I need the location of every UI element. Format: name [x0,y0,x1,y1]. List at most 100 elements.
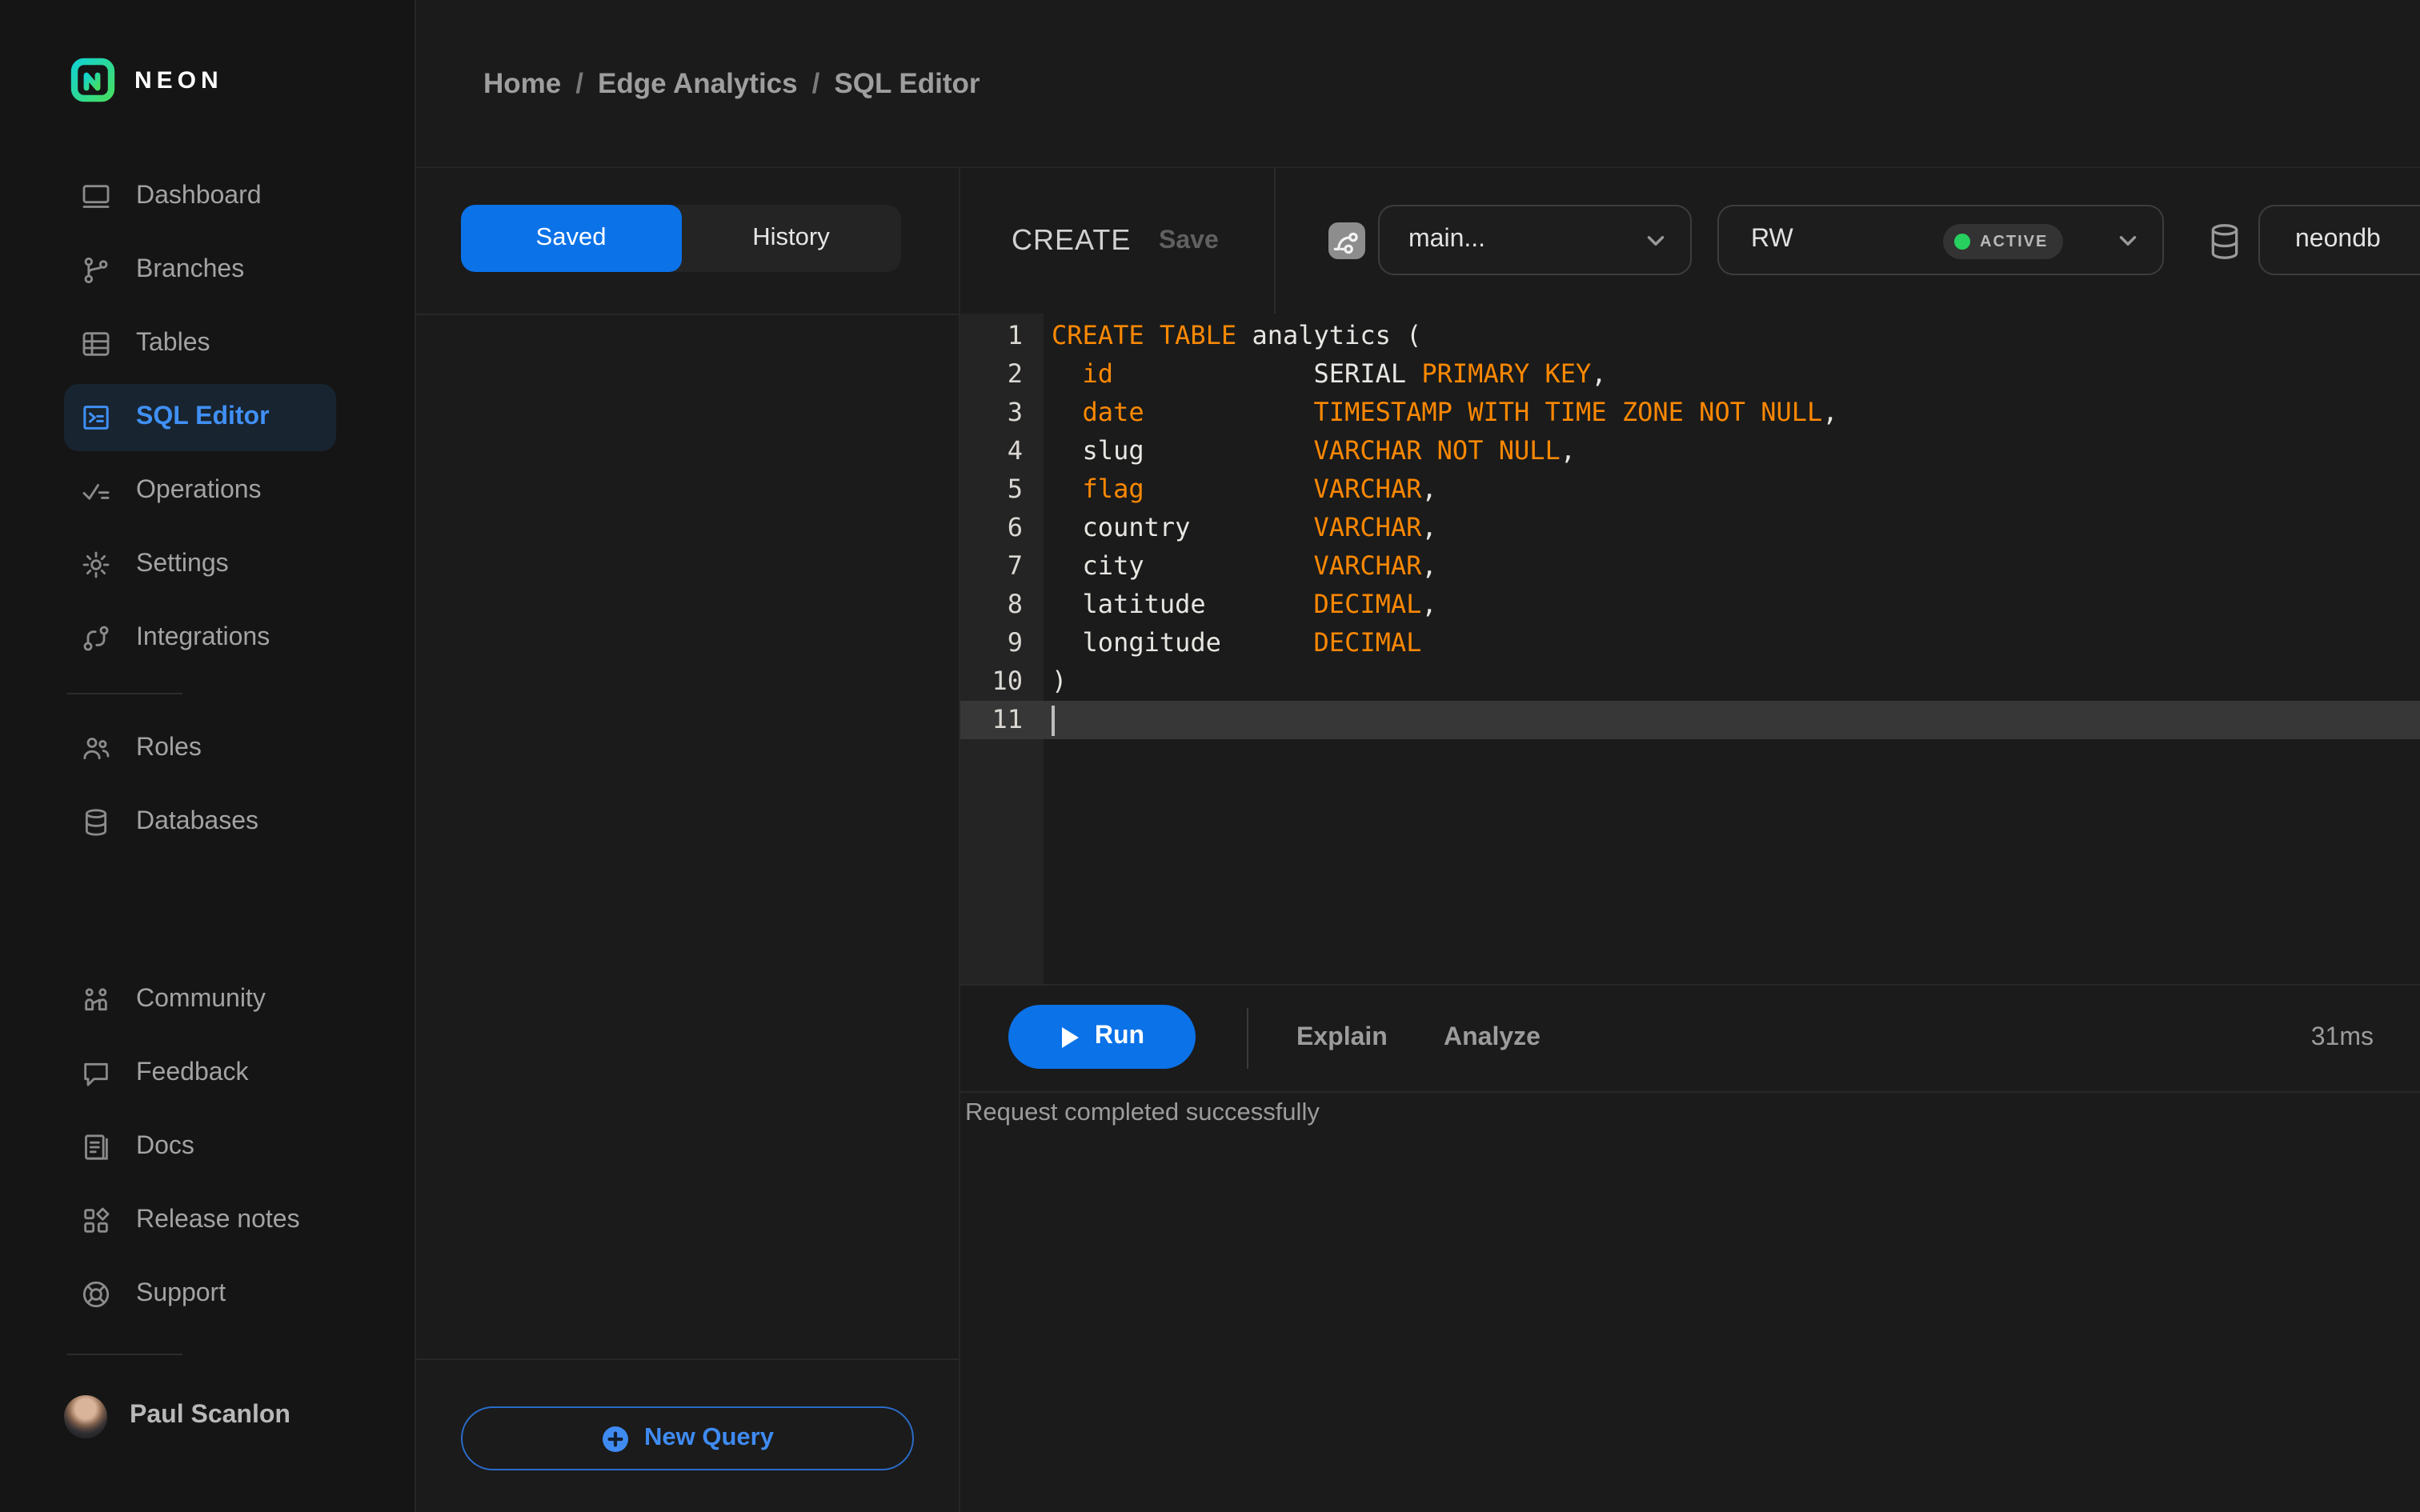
active-status-dot [1954,234,1970,250]
breadcrumb-project[interactable]: Edge Analytics [598,66,798,100]
breadcrumb-current: SQL Editor [834,66,980,98]
chevron-down-icon [1647,235,1665,245]
database-icon [2211,224,2238,259]
status-badge: ACTIVE [1943,224,2063,259]
sidebar-item-roles[interactable]: Roles [64,712,392,786]
saved-history-tabs: Saved History [461,205,901,272]
neon-wordmark: NEON [134,66,223,94]
save-button[interactable]: Save [1159,168,1219,314]
sidebar-item-tables[interactable]: Tables [64,307,392,381]
sidebar-nav-resources: Community Feedback Docs Release notes Su… [0,963,415,1331]
tab-history[interactable]: History [681,205,901,272]
code-line: 10) [960,662,2420,701]
sql-editor-icon [80,402,112,434]
run-bar: Run Explain Analyze 31ms [960,984,2420,1093]
sidebar-nav-access: Roles Databases [0,712,415,859]
line-number: 1 [1007,320,1023,350]
sidebar-item-operations[interactable]: Operations [64,454,392,528]
chevron-down-icon [2119,235,2137,245]
line-number: 8 [1007,589,1023,619]
status-message: Request completed successfully [965,1099,1320,1126]
sidebar-divider [67,693,182,694]
neon-logo-icon [70,58,115,102]
roles-icon [80,733,112,765]
database-select[interactable]: neondb [2258,205,2420,275]
analyze-button[interactable]: Analyze [1444,984,1541,1091]
sidebar-item-feedback[interactable]: Feedback [64,1037,392,1110]
line-number: 6 [1007,512,1023,542]
sidebar-item-community[interactable]: Community [64,963,392,1037]
new-query-label: New Query [644,1424,774,1451]
sidebar-item-docs[interactable]: Docs [64,1110,392,1184]
user-menu[interactable]: Paul Scanlon [64,1382,290,1450]
line-number: 2 [1007,358,1023,389]
code-line: 2 id SERIAL PRIMARY KEY, [960,355,2420,394]
query-title: CREATE [1012,224,1132,256]
feedback-icon [80,1058,112,1090]
sidebar-item-dashboard[interactable]: Dashboard [64,160,392,234]
line-number: 4 [1007,435,1023,466]
user-name: Paul Scanlon [130,1402,290,1429]
code-line: 11 [960,701,2420,739]
code-line: 3 date TIMESTAMP WITH TIME ZONE NOT NULL… [960,394,2420,432]
query-duration: 31ms [2310,1023,2374,1050]
line-number: 7 [1007,550,1023,581]
plus-icon [602,1426,627,1451]
branch-select[interactable]: main... [1378,205,1692,275]
neon-console: NEON Dashboard Branches Tables SQL Edito… [0,0,2420,1512]
breadcrumb-separator: / [811,66,820,98]
code-lines: 1 CREATE TABLE analytics ( 2 id SERIAL PRI… [960,317,2420,739]
explain-button[interactable]: Explain [1296,984,1388,1091]
avatar [64,1394,107,1438]
sidebar-item-integrations[interactable]: Integrations [64,602,392,675]
code-line: 8 latitude DECIMAL, [960,586,2420,624]
community-icon [80,984,112,1016]
code-text: longitude DECIMAL [1052,627,1422,658]
sidebar-item-branches[interactable]: Branches [64,234,392,307]
endpoint-select-value: RW [1751,226,1793,253]
topbar: Home / Edge Analytics / SQL Editor [416,0,2420,168]
run-button[interactable]: Run [1008,1005,1196,1069]
tab-saved[interactable]: Saved [461,205,681,272]
line-number: 10 [992,666,1023,696]
code-line: 9 longitude DECIMAL [960,624,2420,662]
support-lifebuoy-icon [80,1278,112,1310]
release-notes-icon [80,1205,112,1237]
code-text: country VARCHAR, [1052,512,1437,542]
settings-gear-icon [80,549,112,581]
code-text: flag VARCHAR, [1082,474,1437,504]
code-line: 4 slug VARCHAR NOT NULL, [960,432,2420,470]
code-text: CREATE TABLE analytics ( [1052,320,1422,350]
code-text: slug VARCHAR NOT NULL, [1052,435,1577,466]
code-line: 5 flag VARCHAR, [960,470,2420,509]
code-line: 1 CREATE TABLE analytics ( [960,317,2420,355]
sidebar: NEON Dashboard Branches Tables SQL Edito… [0,0,416,1512]
new-query-button[interactable]: New Query [461,1406,914,1470]
endpoint-select[interactable]: RW ACTIVE [1717,205,2164,275]
code-text [1044,701,1055,739]
sidebar-item-sql-editor[interactable]: SQL Editor [64,384,336,451]
operations-icon [80,475,112,507]
sidebar-item-support[interactable]: Support [64,1258,392,1331]
branch-icon [1333,232,1358,254]
neon-logo[interactable]: NEON [70,58,223,102]
dashboard-icon [80,181,112,213]
run-label: Run [1094,1022,1145,1050]
sidebar-item-databases[interactable]: Databases [64,786,392,859]
sidebar-nav-main: Dashboard Branches Tables SQL Editor Ope… [0,160,415,675]
tables-icon [80,328,112,360]
sql-code-editor[interactable]: 1 CREATE TABLE analytics ( 2 id SERIAL PRI… [960,314,2420,986]
active-status-label: ACTIVE [1980,233,2049,250]
breadcrumb-separator: / [575,66,583,98]
text-cursor [1052,706,1055,736]
run-bar-divider [1247,1008,1248,1069]
branch-diagram-button[interactable] [1328,222,1365,259]
sidebar-item-release-notes[interactable]: Release notes [64,1184,392,1258]
sidebar-item-settings[interactable]: Settings [64,528,392,602]
code-line: 6 country VARCHAR, [960,509,2420,547]
docs-icon [80,1131,112,1163]
sql-editor-panel: CREATE Save main... RW ACTIVE neondb 1 C… [960,168,2420,1512]
breadcrumb-home[interactable]: Home [483,66,561,100]
integrations-icon [80,622,112,654]
line-number: 11 [992,704,1023,734]
